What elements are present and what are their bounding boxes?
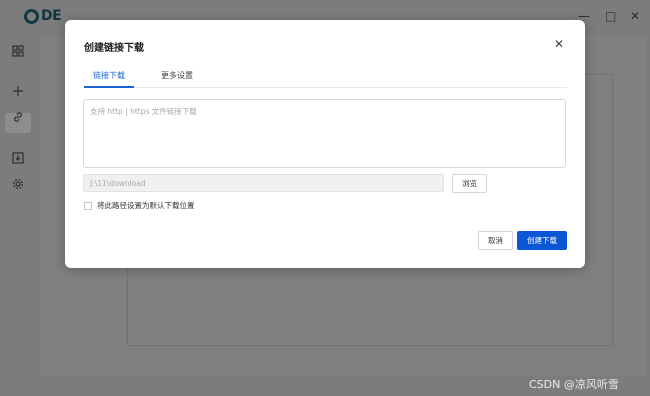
gear-icon[interactable] bbox=[9, 175, 27, 193]
app-logo: DE bbox=[24, 6, 62, 26]
link-icon[interactable] bbox=[9, 108, 27, 126]
tab-link-download[interactable]: 链接下载 bbox=[93, 70, 125, 81]
dialog-title: 创建链接下载 bbox=[84, 43, 144, 54]
cancel-button[interactable]: 取消 bbox=[478, 231, 513, 250]
dashboard-icon[interactable] bbox=[9, 42, 27, 60]
default-path-checkbox-label[interactable]: 将此路径设置为默认下载位置 bbox=[97, 200, 195, 211]
tab-more-settings[interactable]: 更多设置 bbox=[161, 70, 193, 81]
logo-ring-icon bbox=[24, 8, 39, 24]
window-close-button[interactable]: ✕ bbox=[630, 8, 640, 24]
url-input[interactable]: 支持 http | https 文件链接下载 bbox=[83, 99, 566, 168]
create-link-download-dialog: 创建链接下载 ✕ 链接下载 更多设置 支持 http | https 文件链接下… bbox=[65, 20, 585, 268]
default-path-checkbox[interactable] bbox=[84, 202, 92, 210]
browse-button[interactable]: 浏览 bbox=[452, 174, 487, 193]
sidebar bbox=[0, 32, 38, 396]
active-tab-indicator bbox=[84, 86, 134, 88]
download-path-field[interactable]: J:\11\download bbox=[83, 174, 444, 192]
download-path-value: J:\11\download bbox=[90, 179, 146, 188]
watermark: CSDN @凉风听雪 bbox=[529, 378, 619, 391]
dialog-close-icon[interactable]: ✕ bbox=[552, 37, 566, 51]
download-icon[interactable] bbox=[9, 149, 27, 167]
dialog-tabs: 链接下载 更多设置 bbox=[84, 64, 567, 88]
create-download-button[interactable]: 创建下载 bbox=[517, 231, 567, 250]
maximize-button[interactable]: □ bbox=[605, 8, 616, 24]
logo-text: DE bbox=[41, 8, 62, 24]
plus-icon[interactable] bbox=[9, 82, 27, 100]
url-input-placeholder: 支持 http | https 文件链接下载 bbox=[90, 107, 197, 116]
